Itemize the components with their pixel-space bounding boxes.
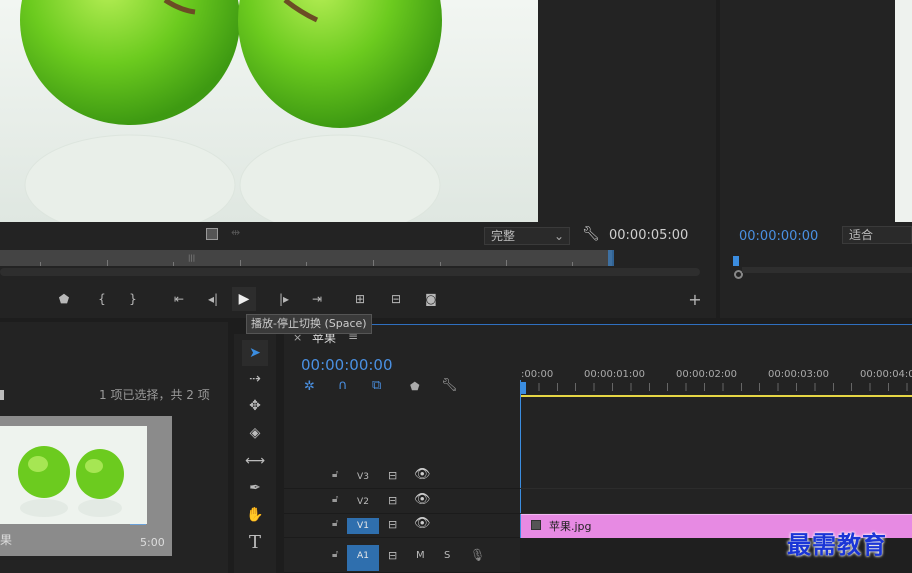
- panel-edge-icon: [0, 390, 4, 400]
- play-tooltip: 播放-停止切换 (Space): [246, 314, 372, 334]
- sync-lock-icon[interactable]: ⊟: [388, 549, 397, 562]
- track-lane-v2[interactable]: [520, 490, 912, 514]
- extract-icon[interactable]: ⊟: [384, 287, 408, 311]
- mark-out-icon[interactable]: }: [121, 287, 145, 311]
- source-monitor: 00:00:00:00 适合: [720, 0, 912, 318]
- track-label[interactable]: V3: [347, 469, 379, 485]
- mute-button[interactable]: M: [416, 550, 425, 561]
- wrench-icon[interactable]: 🔧︎: [582, 226, 600, 242]
- transport-controls: ⬟ { } ⇤ ◂| ▶ |▸ ⇥ ⊞ ⊟ ◙ +: [0, 287, 716, 313]
- selection-info: 1 项已选择，共 2 项: [99, 388, 210, 402]
- track-select-tool-icon[interactable]: ⇢: [242, 366, 268, 392]
- ruler-label: :00:00: [521, 369, 554, 380]
- add-marker-icon[interactable]: ⬟: [52, 287, 76, 311]
- program-monitor: ⇹ 完整 ⌄ 🔧︎ 00:00:05:00 ||| ⬟ { } ⇤ ◂| ▶ |…: [0, 0, 716, 318]
- clip-thumbnail-image: [0, 426, 147, 524]
- clip-name: 果: [0, 533, 13, 547]
- hand-tool-icon[interactable]: ✋: [242, 502, 268, 528]
- time-ruler[interactable]: :00:00 00:00:01:00 00:00:02:00 00:00:03:…: [520, 360, 912, 396]
- ruler-label: 00:00:01:00: [584, 369, 646, 380]
- eye-icon[interactable]: 👁︎: [414, 516, 431, 531]
- razor-tool-icon[interactable]: ◈: [242, 420, 268, 446]
- lock-icon[interactable]: 🔓︎: [332, 518, 338, 529]
- type-tool-icon[interactable]: T: [242, 529, 268, 555]
- add-marker-icon[interactable]: ⬟: [410, 380, 420, 393]
- quality-dropdown[interactable]: 完整 ⌄: [484, 227, 570, 245]
- go-to-in-icon[interactable]: ⇤: [167, 287, 191, 311]
- nest-icon[interactable]: ✲: [304, 379, 315, 394]
- zoom-scrollbar[interactable]: [0, 268, 700, 276]
- clip-label: 苹果.jpg: [549, 520, 592, 533]
- source-zoom-bar[interactable]: [742, 267, 912, 273]
- quality-dropdown-label: 完整: [491, 229, 516, 243]
- track-label[interactable]: V2: [347, 494, 379, 510]
- track-lane-v3[interactable]: [520, 465, 912, 489]
- microphone-icon[interactable]: 🎙︎: [470, 548, 485, 562]
- sync-lock-icon[interactable]: ⊟: [388, 494, 397, 507]
- source-playhead[interactable]: [733, 256, 739, 266]
- monitor-dark-area: [538, 0, 716, 222]
- source-video-frame: [895, 0, 912, 222]
- ruler-label: 00:00:02:00: [676, 369, 738, 380]
- export-frame-icon[interactable]: ◙: [419, 287, 443, 311]
- ruler-ticks: [520, 383, 912, 391]
- solo-button[interactable]: S: [444, 550, 450, 561]
- linked-selection-icon[interactable]: ⧉: [372, 378, 381, 393]
- program-duration-timecode: 00:00:05:00: [609, 228, 689, 243]
- program-scrub-bar[interactable]: |||: [0, 250, 614, 266]
- clip-duration: 5:00: [140, 536, 165, 549]
- program-video-frame: [0, 0, 538, 222]
- work-area-bar[interactable]: [520, 395, 912, 397]
- sync-lock-icon[interactable]: ⊟: [388, 469, 397, 482]
- track-header-v3: 🔓︎ V3 ⊟ 👁︎: [284, 465, 520, 489]
- wrench-icon[interactable]: 🔧︎: [441, 378, 458, 393]
- snap-magnet-icon[interactable]: ∩: [338, 378, 348, 393]
- tools-panel: ➤ ⇢ ✥ ◈ ⟷ ✒ ✋ T: [234, 334, 276, 573]
- ruler-label: 00:00:03:00: [768, 369, 830, 380]
- go-to-out-icon[interactable]: ⇥: [305, 287, 329, 311]
- slip-tool-icon[interactable]: ⟷: [242, 448, 268, 474]
- ruler-label: 00:00:04:0: [860, 369, 912, 380]
- track-header-a1: 🔓︎ A1 ⊟ M S 🎙︎: [284, 543, 520, 573]
- timeline-header-controls: 00:00:00:00 ✲ ∩ ⧉ ⬟ 🔧︎: [284, 340, 520, 398]
- fx-badge-icon: [531, 520, 541, 530]
- monitor-controls-bar: ⇹ 完整 ⌄ 🔧︎ 00:00:05:00: [0, 222, 716, 250]
- trim-icon: ⇹: [231, 226, 241, 239]
- chevron-down-icon: ⌄: [553, 229, 564, 243]
- selection-tool-icon[interactable]: ➤: [242, 340, 268, 366]
- source-timecode: 00:00:00:00: [739, 229, 819, 244]
- track-target-a1[interactable]: A1: [347, 545, 379, 571]
- watermark: 最需教育: [787, 530, 887, 559]
- lock-icon[interactable]: 🔓︎: [332, 469, 338, 480]
- playhead-marker[interactable]: [608, 250, 614, 266]
- in-marker: |||: [188, 254, 196, 262]
- pen-tool-icon[interactable]: ✒: [242, 475, 268, 501]
- mark-in-icon[interactable]: {: [90, 287, 114, 311]
- lock-icon[interactable]: 🔓︎: [332, 494, 338, 505]
- add-button-icon[interactable]: +: [683, 287, 707, 311]
- track-target-v1[interactable]: V1: [347, 518, 379, 534]
- sync-lock-icon[interactable]: ⊟: [388, 518, 397, 531]
- step-back-icon[interactable]: ◂|: [201, 287, 225, 311]
- lock-icon[interactable]: 🔓︎: [332, 549, 338, 560]
- track-header-v2: 🔓︎ V2 ⊟ 👁︎: [284, 490, 520, 514]
- eye-icon[interactable]: 👁︎: [414, 467, 431, 482]
- eye-icon[interactable]: 👁︎: [414, 492, 431, 507]
- safe-margin-icon[interactable]: [206, 228, 218, 240]
- apples-image: [0, 0, 538, 222]
- track-header-v1: 🔓︎ V1 ⊟ 👁︎: [284, 514, 520, 538]
- fit-dropdown[interactable]: 适合: [842, 226, 912, 244]
- lift-icon[interactable]: ⊞: [348, 287, 372, 311]
- play-stop-button[interactable]: ▶: [232, 287, 256, 311]
- ripple-edit-tool-icon[interactable]: ✥: [242, 393, 268, 419]
- step-forward-icon[interactable]: |▸: [272, 287, 296, 311]
- apples-thumbnail: [0, 426, 147, 524]
- timeline-timecode[interactable]: 00:00:00:00: [301, 356, 393, 374]
